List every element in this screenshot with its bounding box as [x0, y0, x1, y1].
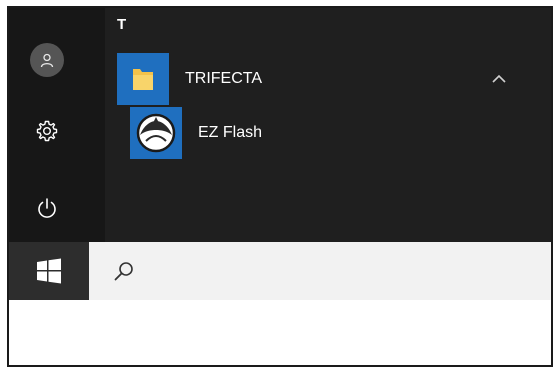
app-item-ez-flash[interactable]: EZ Flash — [130, 107, 430, 159]
windows-logo-icon — [37, 258, 61, 284]
search-icon-wrapper — [109, 256, 139, 286]
letter-header[interactable]: T — [117, 16, 126, 33]
app-list: T TRIFECTA EZ Flash — [105, 8, 551, 242]
app-group-label: TRIFECTA — [185, 70, 263, 87]
folder-icon — [133, 69, 153, 90]
folder-tile — [117, 53, 169, 105]
power-button[interactable] — [25, 188, 69, 228]
user-account-button[interactable] — [25, 40, 69, 80]
app-group-trifecta[interactable]: TRIFECTA — [117, 53, 513, 105]
start-menu: T TRIFECTA EZ Flash — [9, 8, 551, 242]
search-input[interactable] — [147, 255, 551, 287]
start-button[interactable] — [9, 242, 89, 300]
screenshot-frame: T TRIFECTA EZ Flash — [7, 6, 553, 367]
start-menu-rail — [9, 8, 105, 242]
empty-area-below-taskbar — [9, 300, 551, 365]
taskbar-search-box[interactable] — [89, 242, 551, 300]
gear-icon — [36, 120, 58, 142]
collapse-group-button[interactable] — [485, 65, 513, 93]
chevron-up-icon — [492, 74, 506, 83]
power-icon — [38, 198, 56, 218]
app-item-label: EZ Flash — [198, 124, 263, 141]
search-icon — [114, 262, 133, 281]
settings-button[interactable] — [25, 111, 69, 151]
ez-flash-app-icon — [136, 113, 176, 153]
taskbar — [9, 242, 551, 300]
user-avatar-icon — [30, 43, 64, 77]
app-tile — [130, 107, 182, 159]
